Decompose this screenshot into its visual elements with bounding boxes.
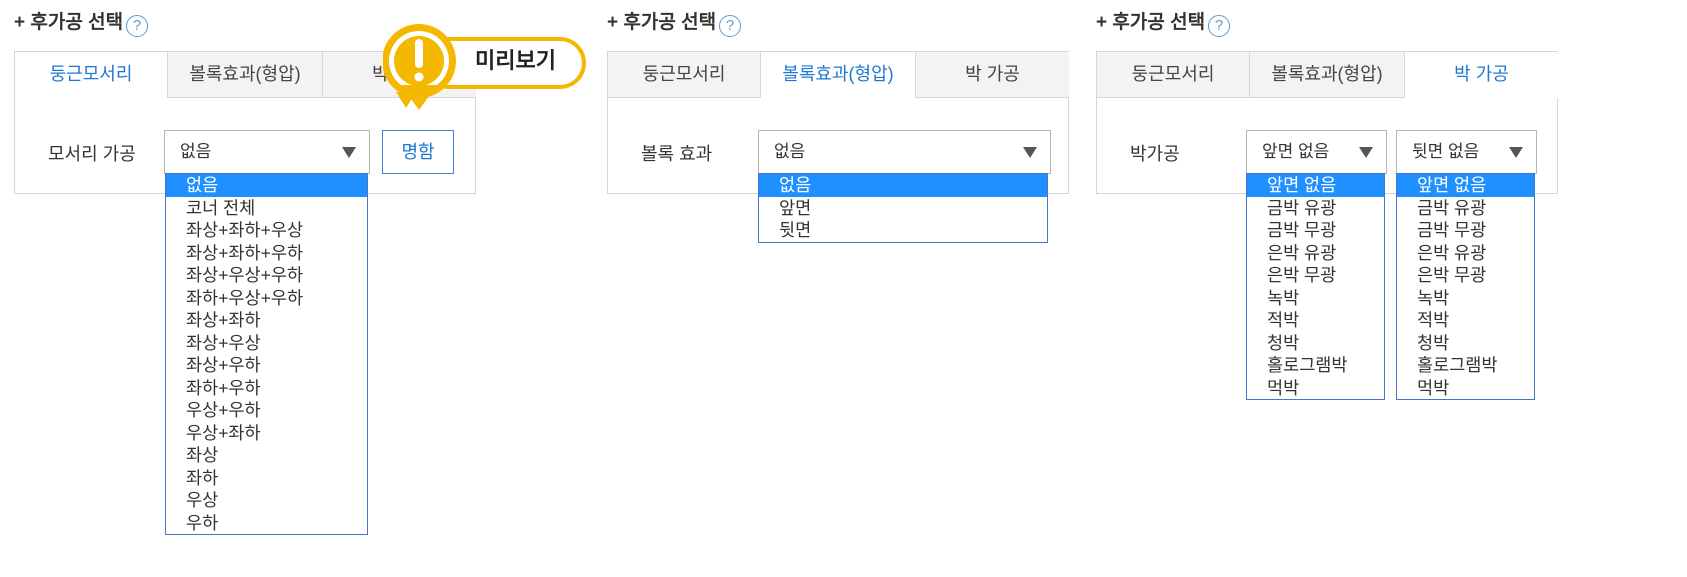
dropdown-option[interactable]: 앞면 [759, 197, 1047, 220]
select-value: 없음 [180, 142, 212, 161]
foil-label: 박가공 [1130, 144, 1180, 164]
tab-rounded-corners[interactable]: 둥근모서리 [15, 52, 167, 98]
section-title: + 후가공 선택? [14, 10, 149, 37]
dropdown-option[interactable]: 은박 무광 [1247, 264, 1384, 287]
dropdown-option[interactable]: 없음 [166, 174, 367, 197]
dropdown-option[interactable]: 앞면 없음 [1247, 174, 1384, 197]
help-icon[interactable]: ? [1208, 15, 1231, 37]
section-title: + 후가공 선택? [607, 10, 742, 37]
dropdown-option[interactable]: 우하 [166, 512, 367, 535]
dropdown-option[interactable]: 은박 무광 [1397, 264, 1534, 287]
dropdown-option[interactable]: 뒷면 [759, 219, 1047, 242]
dropdown-option[interactable]: 좌하 [166, 467, 367, 490]
back-foil-select[interactable]: 뒷면 없음 [1396, 130, 1537, 174]
help-icon[interactable]: ? [126, 15, 149, 37]
section-title-text: + 후가공 선택 [1096, 12, 1206, 33]
tab-rounded-corners[interactable]: 둥근모서리 [608, 52, 760, 98]
dropdown-option[interactable]: 없음 [759, 174, 1047, 197]
business-card-button[interactable]: 명함 [382, 130, 454, 174]
dropdown-arrow-icon [1509, 147, 1523, 158]
tab-bar: 둥근모서리 볼록효과(형압) 박 가공 [1097, 52, 1558, 98]
dropdown-option[interactable]: 녹박 [1247, 287, 1384, 310]
back-foil-dropdown[interactable]: 앞면 없음 금박 유광 금박 무광 은박 유광 은박 무광 녹박 적박 청박 홀로그램박 먹박 [1396, 173, 1535, 400]
dropdown-option[interactable]: 좌상+우상 [166, 332, 367, 355]
dropdown-option[interactable]: 우상+우하 [166, 399, 367, 422]
preview-badge-shape [383, 24, 586, 110]
select-value: 앞면 없음 [1262, 142, 1330, 161]
dropdown-option[interactable]: 좌상+좌하+우상 [166, 219, 367, 242]
tab-foil[interactable]: 박 가공 [1404, 52, 1558, 98]
dropdown-option[interactable]: 좌하+우상+우하 [166, 287, 367, 310]
dropdown-option[interactable]: 금박 유광 [1397, 197, 1534, 220]
tab-emboss[interactable]: 볼록효과(형압) [167, 52, 322, 98]
dropdown-option[interactable]: 좌상 [166, 444, 367, 467]
dropdown-option[interactable]: 적박 [1397, 309, 1534, 332]
dropdown-option[interactable]: 우상 [166, 489, 367, 512]
dropdown-option[interactable]: 먹박 [1247, 377, 1384, 400]
dropdown-option[interactable]: 금박 유광 [1247, 197, 1384, 220]
tab-foil[interactable]: 박 가공 [915, 52, 1069, 98]
dropdown-option[interactable]: 좌상+우하 [166, 354, 367, 377]
dropdown-option[interactable]: 좌상+우상+우하 [166, 264, 367, 287]
dropdown-option[interactable]: 은박 유광 [1397, 242, 1534, 265]
dropdown-option[interactable]: 앞면 없음 [1397, 174, 1534, 197]
select-value: 뒷면 없음 [1412, 142, 1480, 161]
front-foil-dropdown[interactable]: 앞면 없음 금박 유광 금박 무광 은박 유광 은박 무광 녹박 적박 청박 홀로그램박 먹박 [1246, 173, 1385, 400]
tab-emboss[interactable]: 볼록효과(형압) [1249, 52, 1404, 98]
preview-badge[interactable]: 미리보기 [383, 24, 588, 134]
section-title-text: + 후가공 선택 [14, 12, 124, 33]
corner-processing-select[interactable]: 없음 [164, 130, 370, 174]
corner-options-dropdown[interactable]: 없음 코너 전체 좌상+좌하+우상 좌상+좌하+우하 좌상+우상+우하 좌하+우상+우하 좌… [165, 173, 368, 535]
dropdown-option[interactable]: 홀로그램박 [1397, 354, 1534, 377]
emboss-select[interactable]: 없음 [758, 130, 1051, 174]
dropdown-option[interactable]: 은박 유광 [1247, 242, 1384, 265]
dropdown-option[interactable]: 코너 전체 [166, 197, 367, 220]
dropdown-option[interactable]: 먹박 [1397, 377, 1534, 400]
preview-label: 미리보기 [475, 48, 556, 73]
section-title: + 후가공 선택? [1096, 10, 1231, 37]
dropdown-option[interactable]: 좌상+좌하 [166, 309, 367, 332]
dropdown-option[interactable]: 금박 무광 [1397, 219, 1534, 242]
tab-emboss[interactable]: 볼록효과(형압) [760, 52, 915, 98]
dropdown-option[interactable]: 적박 [1247, 309, 1384, 332]
help-icon[interactable]: ? [719, 15, 742, 37]
dropdown-option[interactable]: 좌상+좌하+우하 [166, 242, 367, 265]
dropdown-option[interactable]: 금박 무광 [1247, 219, 1384, 242]
dropdown-option[interactable]: 홀로그램박 [1247, 354, 1384, 377]
dropdown-arrow-icon [1023, 147, 1037, 158]
dropdown-option[interactable]: 우상+좌하 [166, 422, 367, 445]
corner-processing-label: 모서리 가공 [48, 144, 136, 164]
dropdown-option[interactable]: 녹박 [1397, 287, 1534, 310]
section-title-text: + 후가공 선택 [607, 12, 717, 33]
dropdown-option[interactable]: 좌하+우하 [166, 377, 367, 400]
select-value: 없음 [774, 142, 806, 161]
dropdown-option[interactable]: 청박 [1247, 332, 1384, 355]
dropdown-arrow-icon [1359, 147, 1373, 158]
dropdown-arrow-icon [342, 147, 356, 158]
emboss-label: 볼록 효과 [641, 144, 713, 164]
tab-bar: 둥근모서리 볼록효과(형압) 박 가공 [608, 52, 1069, 98]
emboss-options-dropdown[interactable]: 없음 앞면 뒷면 [758, 173, 1048, 243]
tab-rounded-corners[interactable]: 둥근모서리 [1097, 52, 1249, 98]
front-foil-select[interactable]: 앞면 없음 [1246, 130, 1387, 174]
dropdown-option[interactable]: 청박 [1397, 332, 1534, 355]
